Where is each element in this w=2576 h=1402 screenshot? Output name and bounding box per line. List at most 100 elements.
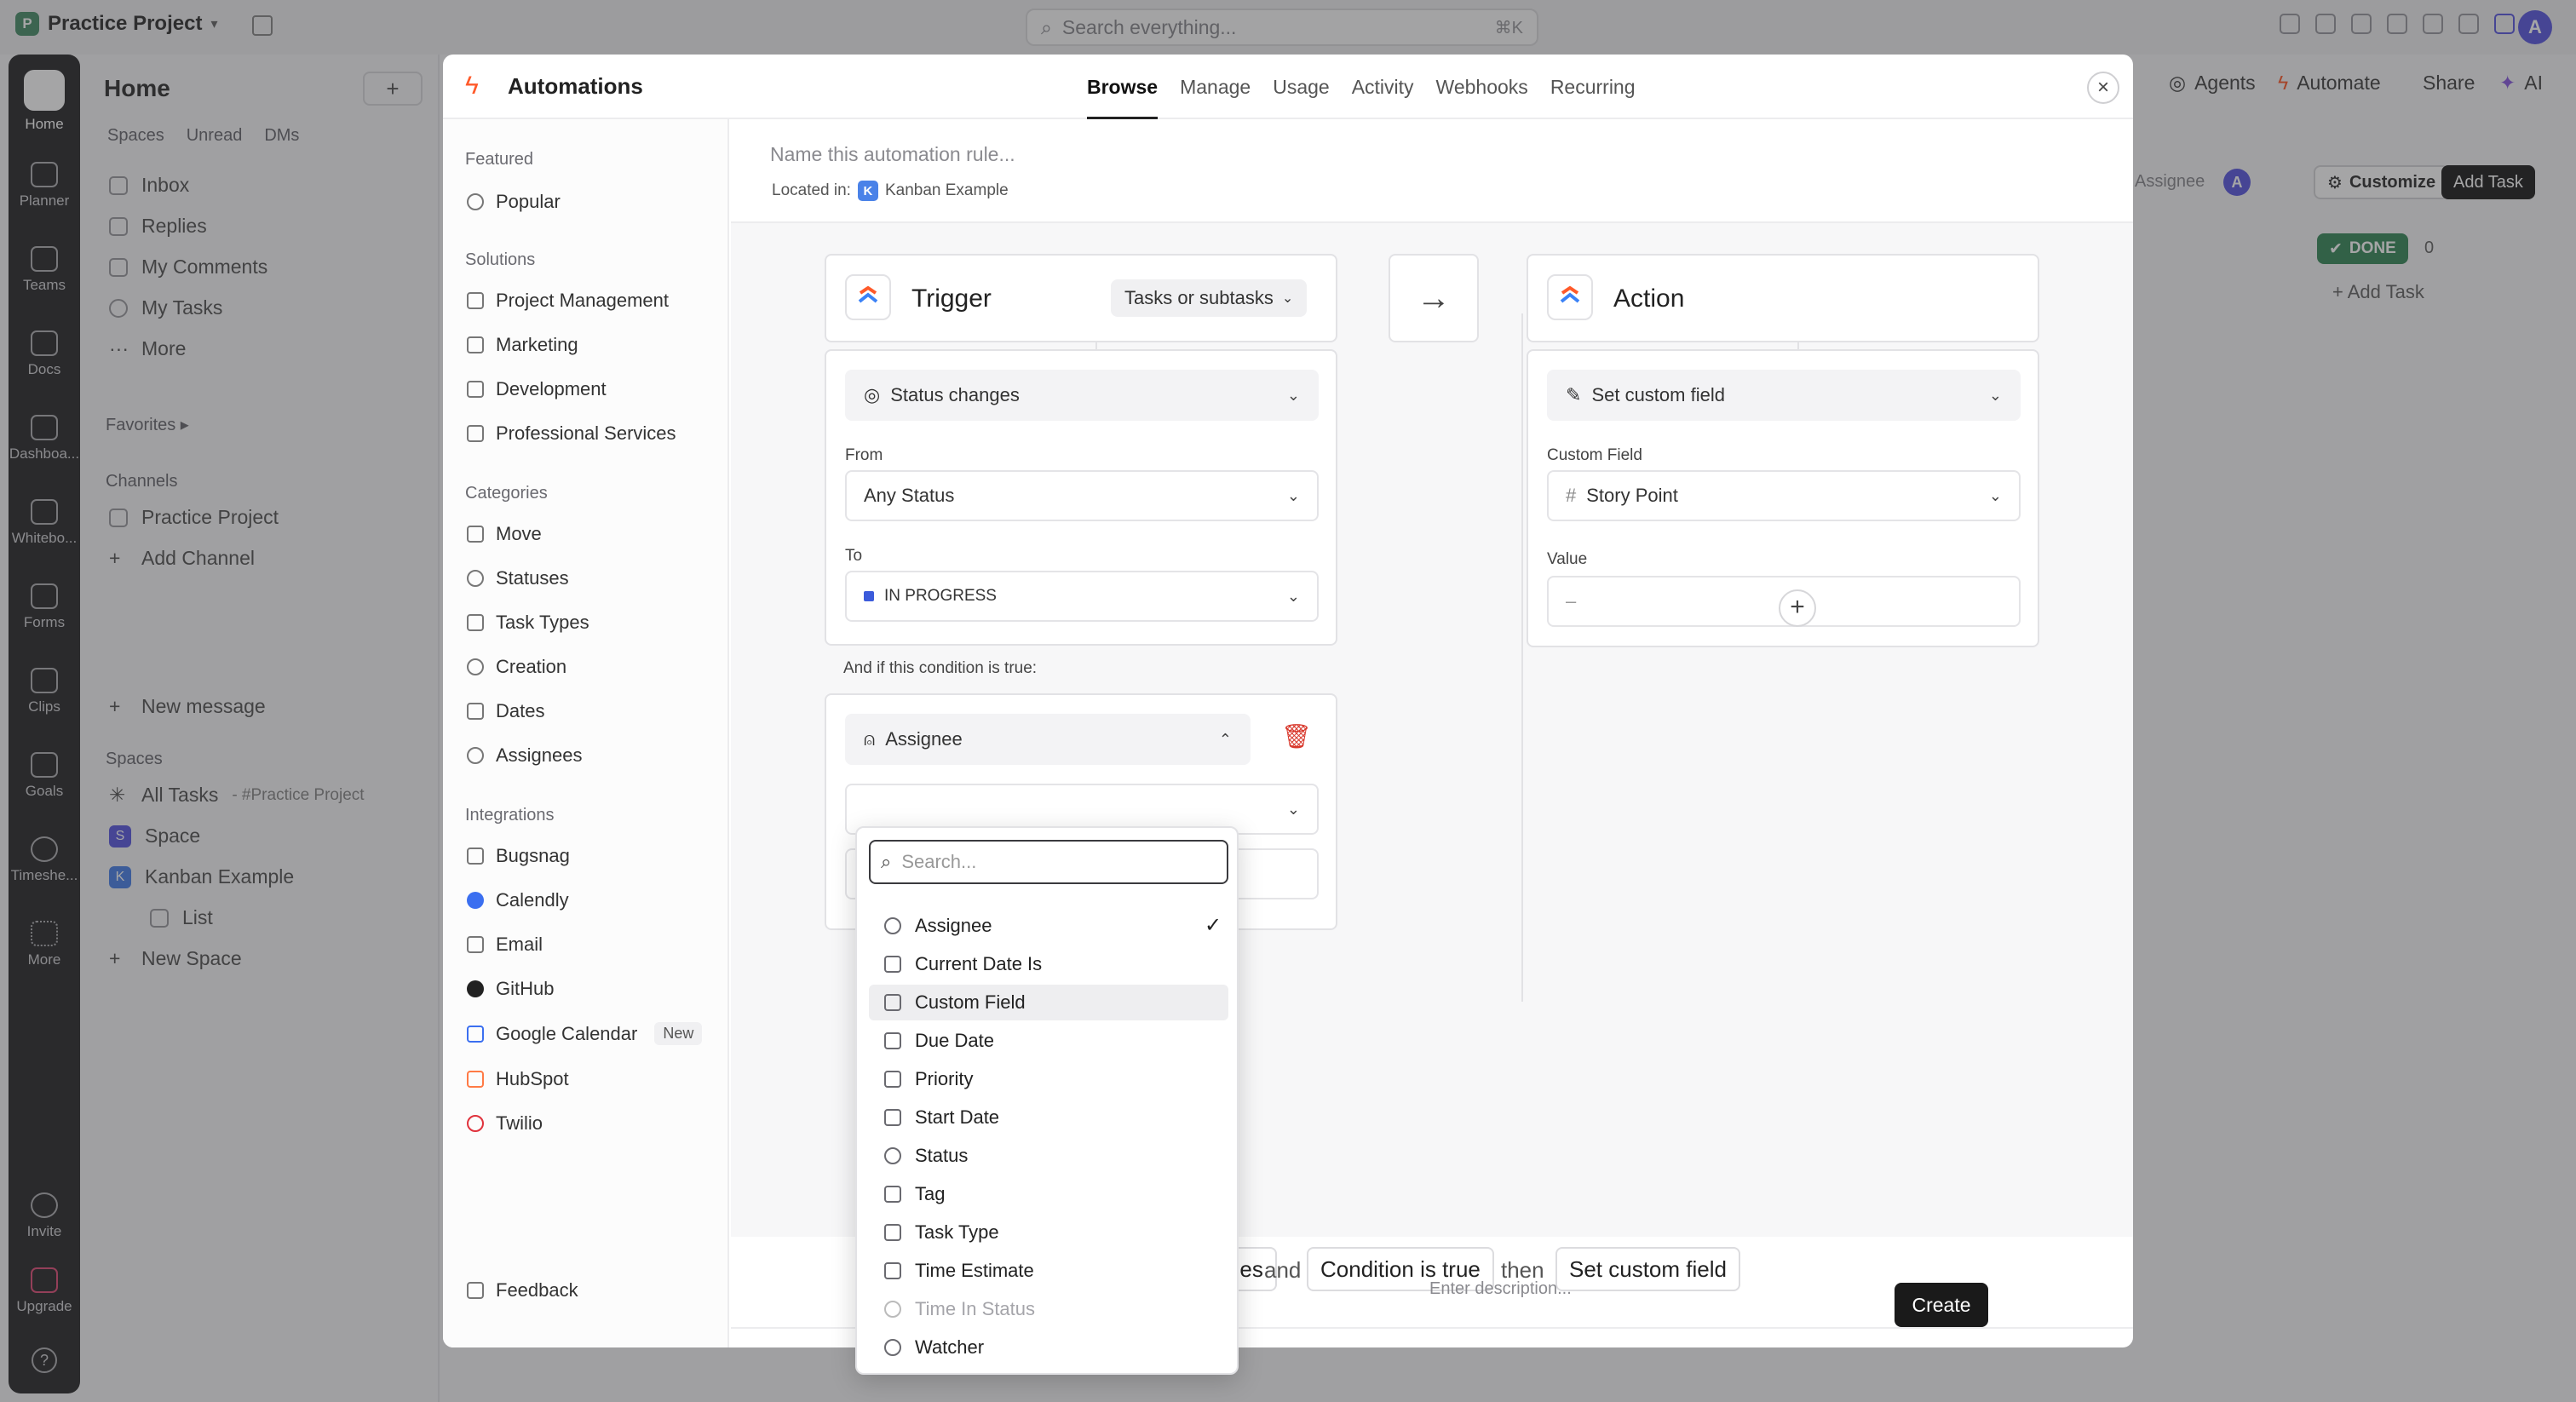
nav-label: GitHub: [496, 978, 555, 999]
new-badge: New: [654, 1022, 703, 1045]
nav-label: Twilio: [496, 1112, 543, 1134]
option-priority[interactable]: Priority: [869, 1061, 1228, 1097]
option-label: Watcher: [915, 1336, 985, 1358]
event-label: Status changes: [890, 384, 1020, 405]
nav-marketing[interactable]: Marketing: [467, 334, 578, 356]
option-assignee[interactable]: Assignee: [869, 908, 1228, 944]
nav-twilio[interactable]: Twilio: [467, 1112, 543, 1135]
nav-creation[interactable]: Creation: [467, 656, 566, 678]
nav-task-types[interactable]: Task Types: [467, 612, 589, 634]
search-icon: ⌕: [881, 851, 892, 872]
nav-dates[interactable]: Dates: [467, 700, 544, 722]
create-button[interactable]: Create: [1895, 1283, 1988, 1327]
condition-value: Assignee: [885, 728, 963, 750]
trigger-card: Trigger Tasks or subtasks ⌄: [825, 254, 1337, 342]
description-input[interactable]: Enter description...: [1429, 1279, 1572, 1299]
github-icon: [467, 980, 484, 997]
to-label: To: [845, 547, 863, 565]
location-name[interactable]: Kanban Example: [885, 181, 1009, 200]
nav-label: Feedback: [496, 1279, 578, 1301]
add-action-button[interactable]: +: [1779, 589, 1816, 627]
option-watcher[interactable]: Watcher: [869, 1330, 1228, 1365]
custom-field-select[interactable]: # Story Point ⌄: [1547, 470, 2021, 521]
nav-project-management[interactable]: Project Management: [467, 290, 669, 312]
tab-webhooks[interactable]: Webhooks: [1436, 55, 1528, 119]
plus-circle-icon: [467, 658, 484, 675]
automations-modal: ϟ Automations Browse Manage Usage Activi…: [443, 55, 2133, 1347]
hubspot-icon: [467, 1071, 484, 1088]
nav-calendly[interactable]: Calendly: [467, 889, 569, 911]
summary-action[interactable]: Set custom field: [1555, 1247, 1740, 1291]
nav-github[interactable]: GitHub: [467, 978, 554, 1000]
close-button[interactable]: ×: [2087, 72, 2119, 104]
option-tag[interactable]: Tag: [869, 1176, 1228, 1212]
nav-label: Statuses: [496, 567, 569, 589]
option-label: Current Date Is: [915, 953, 1043, 974]
trigger-title: Trigger: [911, 284, 992, 313]
nav-label: Creation: [496, 656, 567, 677]
trigger-scope-select[interactable]: Tasks or subtasks ⌄: [1111, 279, 1308, 317]
option-time-estimate[interactable]: Time Estimate: [869, 1253, 1228, 1289]
clickup-logo: [845, 274, 891, 320]
person-icon: ⍝: [864, 728, 876, 750]
option-label: Time Estimate: [915, 1260, 1034, 1281]
edit-icon: ✎: [1566, 384, 1582, 405]
nav-move[interactable]: Move: [467, 523, 542, 545]
nav-hubspot[interactable]: HubSpot: [467, 1068, 569, 1090]
option-status[interactable]: Status: [869, 1138, 1228, 1174]
automation-categories: Featured Popular Solutions Project Manag…: [443, 119, 729, 1347]
to-status-select[interactable]: IN PROGRESS ⌄: [845, 571, 1319, 622]
feedback-link[interactable]: Feedback: [467, 1279, 578, 1301]
tab-browse[interactable]: Browse: [1087, 55, 1159, 119]
option-current-date[interactable]: Current Date Is: [869, 946, 1228, 982]
nav-bugsnag[interactable]: Bugsnag: [467, 845, 570, 867]
twilio-icon: [467, 1115, 484, 1132]
mail-icon: [467, 936, 484, 953]
option-label: Priority: [915, 1068, 974, 1089]
nav-assignees[interactable]: Assignees: [467, 744, 583, 767]
nav-label: Dates: [496, 700, 545, 721]
nav-label: Assignees: [496, 744, 583, 766]
nav-label: Development: [496, 378, 607, 399]
edit-icon: [884, 994, 901, 1011]
trash-icon[interactable]: 🗑: [1281, 722, 1312, 750]
condition-type-select[interactable]: ⍝ Assignee ⌃: [845, 714, 1251, 765]
option-label: Custom Field: [915, 991, 1026, 1013]
nav-professional-services[interactable]: Professional Services: [467, 422, 676, 445]
flag-icon: [884, 1071, 901, 1088]
option-due-date[interactable]: Due Date: [869, 1023, 1228, 1059]
trigger-event-select[interactable]: ◎ Status changes ⌄: [845, 370, 1319, 421]
chevron-down-icon: ⌄: [1286, 587, 1300, 605]
person-icon: [467, 747, 484, 764]
chevron-down-icon: ⌄: [1281, 291, 1294, 306]
tab-recurring[interactable]: Recurring: [1550, 55, 1636, 119]
nav-statuses[interactable]: Statuses: [467, 567, 569, 589]
tab-manage[interactable]: Manage: [1180, 55, 1251, 119]
from-status-select[interactable]: Any Status ⌄: [845, 470, 1319, 521]
nav-development[interactable]: Development: [467, 378, 607, 400]
option-start-date[interactable]: Start Date: [869, 1100, 1228, 1135]
chevron-down-icon: ⌄: [1988, 486, 2002, 504]
integrations-heading: Integrations: [465, 806, 555, 825]
dropdown-search-input[interactable]: ⌕ Search...: [869, 840, 1228, 884]
nav-email[interactable]: Email: [467, 934, 543, 956]
bolt-icon: ϟ: [465, 72, 479, 100]
action-type-select[interactable]: ✎ Set custom field ⌄: [1547, 370, 2021, 421]
nav-label: Professional Services: [496, 422, 676, 444]
chevron-down-icon: ⌄: [1988, 386, 2002, 404]
calendar-icon: [884, 1109, 901, 1126]
rule-name-input[interactable]: Name this automation rule...: [770, 143, 1015, 166]
option-custom-field[interactable]: Custom Field: [869, 985, 1228, 1020]
nav-label: Google Calendar: [496, 1022, 638, 1044]
from-label: From: [845, 446, 883, 464]
tab-activity[interactable]: Activity: [1352, 55, 1414, 119]
calendly-icon: [467, 892, 484, 909]
cube-icon: [884, 1224, 901, 1241]
calendar-icon: [884, 956, 901, 973]
nav-google-calendar[interactable]: Google Calendar New: [467, 1022, 703, 1045]
tab-usage[interactable]: Usage: [1273, 55, 1329, 119]
status-icon: [884, 1147, 901, 1164]
option-task-type[interactable]: Task Type: [869, 1215, 1228, 1250]
nav-popular[interactable]: Popular: [467, 191, 561, 213]
located-label: Located in:: [772, 181, 851, 199]
